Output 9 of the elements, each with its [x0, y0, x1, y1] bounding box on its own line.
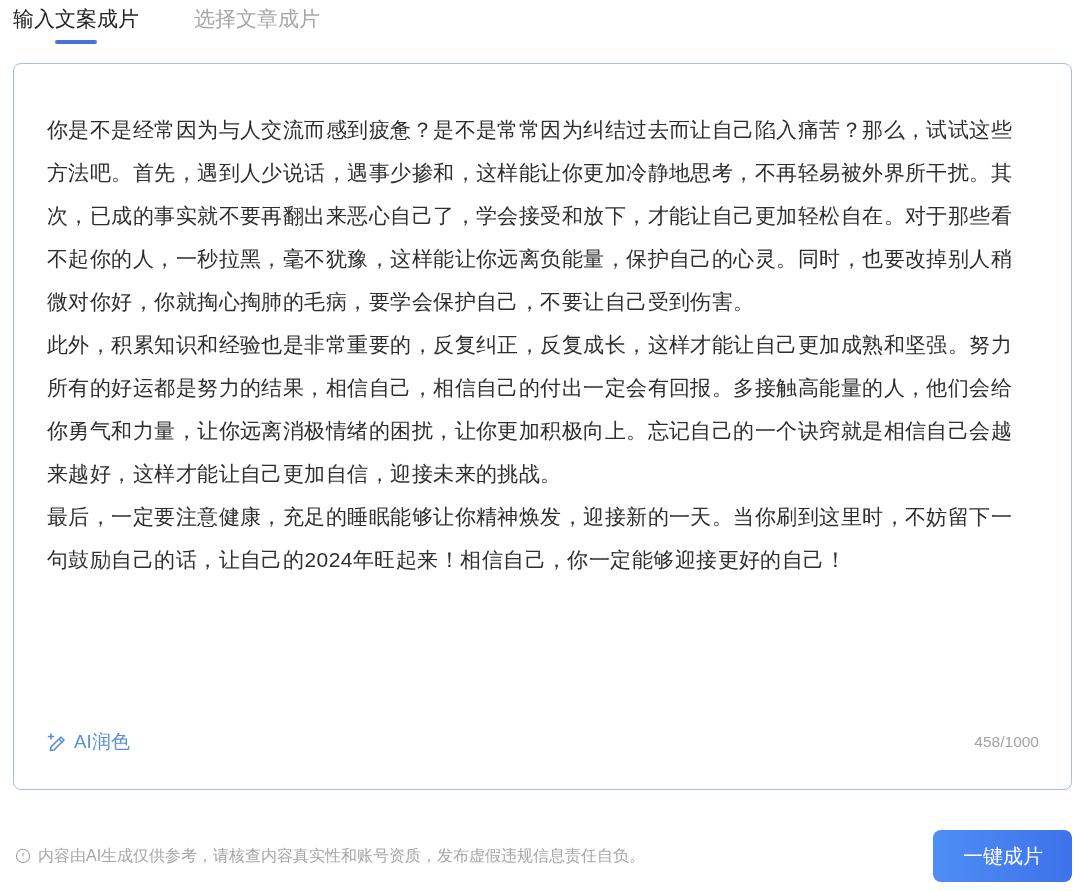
- tab[interactable]: 选择文章成片: [194, 0, 320, 44]
- generate-button[interactable]: 一键成片: [933, 830, 1072, 882]
- text-input-field[interactable]: 你是不是经常因为与人交流而感到疲惫？是不是常常因为纠结过去而让自己陷入痛苦？那么，试试这些方法吧。首先，遇到人少说话，遇事少掺和，这样能让你更加冷静地思考，不再轻易被外界所干扰。其次，已成的事实就不要再翻出来恶心自己了，学会接受和放下，才能让自己更加轻松自在。对于那些看不起你的人，一秒拉黑，毫不犹豫，这样能让你远离负能量，保护自己的心灵。同时，也要改掉别人稍微对你好，你就掏心掏肺的毛病，要学会保护自己，不要让自己受到伤害。 此外，积累知识和经验也是非常重要的，反复纠正，反复成长，这样才能让自己更加成熟和坚强。努力所有的好运都是努力的结果，相信自己，相信自己的付出一定会有回报。多接触高能量的人，他们会给你勇气和力量，让你远离消极情绪的困扰，让你更加积极向上。忘记自己的一个诀窍就是相信自己会越来越好，这样才能让自己更加自信，迎接未来的挑战。 最后，一定要注意健康，充足的睡眠能够让你精神焕发，迎接新的一天。当你刷到这里时，不妨留下一句鼓励自己的话，让自己的2024年旺起来！相信自己，你一定能够迎接更好的自己！: [14, 64, 1034, 727]
- magic-pencil-icon: [47, 732, 66, 752]
- disclaimer-text: 内容由AI生成仅供参考，请核查内容真实性和账号资质，发布虚假违规信息责任自负。: [38, 846, 646, 866]
- tab[interactable]: 输入文案成片: [13, 0, 139, 44]
- ai-polish-button[interactable]: AI润色: [47, 728, 130, 756]
- exclamation-circle-icon: [15, 848, 31, 864]
- character-counter: 458/1000: [974, 732, 1039, 752]
